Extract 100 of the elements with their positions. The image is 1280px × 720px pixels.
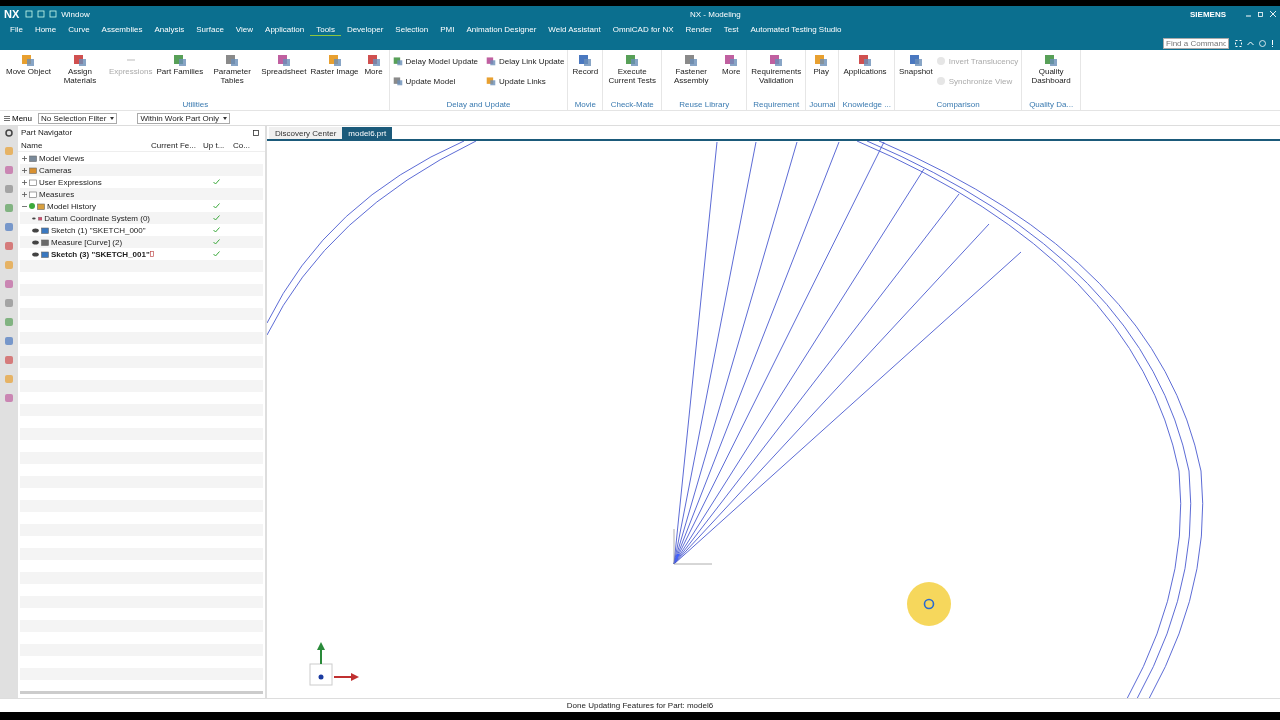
ribbon-tab[interactable]: Automated Testing Studio <box>744 22 848 36</box>
quick-access-menu[interactable]: Window <box>61 9 90 19</box>
expander-icon[interactable] <box>22 179 27 185</box>
ribbon-button[interactable]: Quality Dashboard <box>1025 53 1078 85</box>
ribbon-tab[interactable]: Developer <box>340 22 390 36</box>
resource-bar-icon[interactable] <box>4 222 14 232</box>
ribbon-tab[interactable]: Weld Assistant <box>542 22 607 36</box>
fullscreen-icon[interactable] <box>1235 39 1242 47</box>
collapse-icon[interactable] <box>1247 39 1254 47</box>
tool-icon <box>724 53 739 67</box>
maximize-icon[interactable] <box>253 129 259 136</box>
ribbon-tab[interactable]: Home <box>28 22 63 36</box>
tool-icon <box>684 53 699 67</box>
ribbon-tab[interactable]: Analysis <box>148 22 191 36</box>
ribbon-button[interactable]: Assign Materials <box>53 53 106 85</box>
tree-item-label[interactable]: Measure [Curve] (2) <box>51 237 123 247</box>
ribbon-group-label: Reuse Library <box>678 100 731 110</box>
column-header[interactable]: Up t... <box>203 140 233 150</box>
expander-icon[interactable] <box>22 191 27 197</box>
help-icon[interactable] <box>1259 39 1266 47</box>
menu-button[interactable]: Menu <box>4 113 32 123</box>
ribbon-button[interactable]: Spreadsheet <box>260 53 308 76</box>
ribbon-tab[interactable]: Application <box>259 22 311 36</box>
ribbon-button[interactable]: Parameter Tables <box>206 53 259 85</box>
ribbon-button[interactable]: Move Object <box>5 53 52 76</box>
resource-bar-icon[interactable] <box>4 336 14 346</box>
ribbon-tab[interactable]: Animation Designer <box>460 22 543 36</box>
tool-icon <box>578 53 593 67</box>
ribbon-button[interactable]: Play <box>809 53 834 76</box>
resource-bar-icon[interactable] <box>4 184 14 194</box>
ribbon-tab[interactable]: Render <box>679 22 718 36</box>
expander-icon[interactable] <box>22 203 27 209</box>
ribbon-button[interactable]: Raster Image <box>309 53 360 76</box>
expander-icon[interactable] <box>22 167 27 173</box>
resource-bar-icon[interactable] <box>4 317 14 327</box>
ribbon-tab[interactable]: Test <box>717 22 745 36</box>
ribbon-button[interactable]: Delay Model Update <box>392 53 479 69</box>
ribbon-button[interactable]: More <box>719 53 744 76</box>
caret-icon <box>110 116 115 120</box>
datum-icon <box>37 214 43 222</box>
ribbon-button[interactable]: Fastener Assembly <box>665 53 718 85</box>
cursor-highlight-icon <box>907 582 951 626</box>
ribbon-tab[interactable]: Tools <box>310 22 341 36</box>
ribbon-tab[interactable]: PMI <box>434 22 461 36</box>
ribbon-button[interactable]: Record <box>571 53 600 76</box>
ribbon-tab[interactable]: View <box>229 22 260 36</box>
ribbon-button[interactable]: Delay Link Update <box>486 53 565 69</box>
ribbon-tab[interactable]: File <box>4 22 29 36</box>
ribbon-tab[interactable]: Curve <box>62 22 96 36</box>
column-header[interactable]: Name <box>21 140 151 150</box>
expander-icon[interactable] <box>22 155 27 161</box>
window-title: NX - Modeling <box>690 9 741 19</box>
tool-icon <box>392 56 403 66</box>
ribbon-group-label: Delay and Update <box>445 100 512 110</box>
tool-icon <box>486 56 497 66</box>
ribbon-tab[interactable]: Selection <box>389 22 435 36</box>
ribbon-tab[interactable]: Surface <box>190 22 230 36</box>
resource-bar-icon[interactable] <box>4 355 14 365</box>
resource-bar-icon[interactable] <box>4 165 14 175</box>
tree-item-label[interactable]: Sketch (3) "SKETCH_001" <box>51 249 150 259</box>
ribbon-button[interactable]: Part Families <box>155 53 205 76</box>
column-header[interactable]: Current Fe... <box>151 140 203 150</box>
command-search-field[interactable]: Find a Command <box>1163 37 1229 49</box>
views-icon <box>29 154 37 162</box>
ribbon-button[interactable]: Update Links <box>486 73 565 89</box>
resource-bar-icon[interactable] <box>4 241 14 251</box>
resource-bar-icon[interactable] <box>4 279 14 289</box>
restore-icon[interactable] <box>1258 11 1264 17</box>
tree-item-label[interactable]: Cameras <box>39 165 72 175</box>
tool-icon <box>935 76 946 86</box>
column-header[interactable]: Co... <box>233 140 261 150</box>
ribbon-button[interactable]: Snapshot <box>897 53 934 76</box>
tree-item-label[interactable]: User Expressions <box>39 177 102 187</box>
resource-bar-icon[interactable] <box>4 393 14 403</box>
alert-icon[interactable] <box>1271 39 1274 47</box>
tree-item-label[interactable]: Datum Coordinate System (0) <box>44 213 150 223</box>
ribbon-tab[interactable]: OmniCAD for NX <box>606 22 680 36</box>
ribbon-tab[interactable]: Assemblies <box>95 22 149 36</box>
resource-bar-icon[interactable] <box>4 203 14 213</box>
resource-bar-icon[interactable] <box>4 298 14 308</box>
tree-item-label[interactable]: Model Views <box>39 153 85 163</box>
ribbon-button[interactable]: Applications <box>842 53 888 76</box>
settings-icon[interactable] <box>5 129 13 137</box>
tree-item-label[interactable]: Sketch (1) "SKETCH_000" <box>51 225 146 235</box>
selection-filter-dropdown[interactable]: No Selection Filter <box>38 112 118 124</box>
selection-scope-dropdown[interactable]: Within Work Part Only <box>137 112 230 124</box>
ribbon-button[interactable]: Requirements Validation <box>750 53 803 85</box>
tree-item-label[interactable]: Model History <box>47 201 96 211</box>
ribbon-button[interactable]: More <box>361 53 386 76</box>
close-icon[interactable] <box>1270 11 1276 17</box>
measure-icon <box>41 238 49 246</box>
ribbon-button[interactable]: Execute Current Tests <box>606 53 659 85</box>
ribbon-group-label: Journal <box>809 100 836 110</box>
tool-icon <box>814 53 829 67</box>
document-tab[interactable]: model6.prt <box>342 127 393 139</box>
document-tab[interactable]: Discovery Center <box>269 127 343 139</box>
ribbon-button[interactable]: Update Model <box>392 73 479 89</box>
tree-item-label[interactable]: Measures <box>39 189 75 199</box>
tool-icon <box>908 53 923 67</box>
ribbon-group-label: Knowledge ... <box>842 100 891 110</box>
